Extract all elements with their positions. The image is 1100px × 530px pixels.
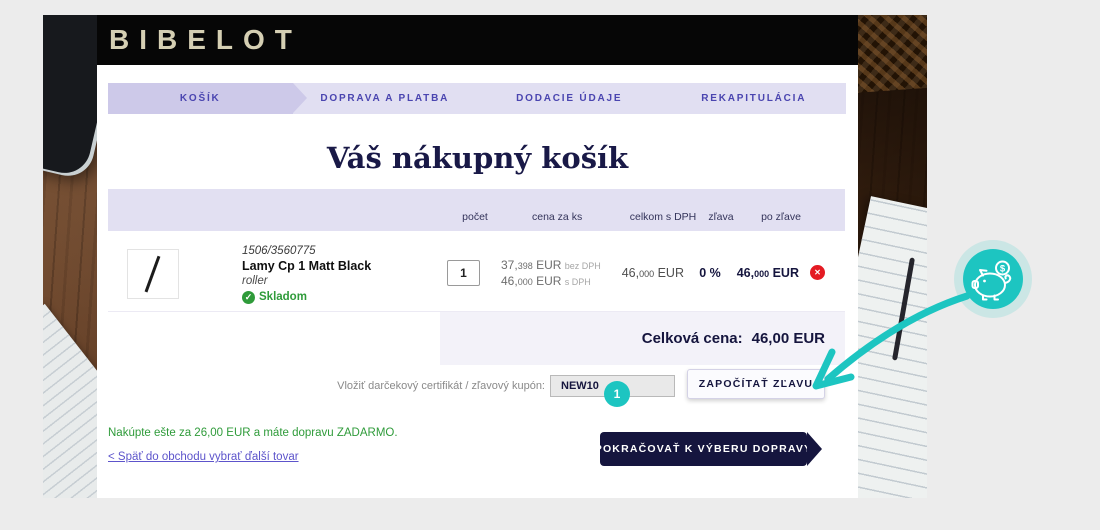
checkout-steps: KOŠÍK DOPRAVA A PLATBA DODACIE ÚDAJE REK…: [108, 83, 846, 114]
annotation-badge: 1: [604, 381, 630, 407]
page-title: Váš nákupný košík: [326, 141, 629, 175]
stock-status: ✓ Skladom: [242, 290, 371, 305]
quantity-input[interactable]: [447, 260, 480, 286]
product-variant: roller: [242, 275, 268, 287]
continue-to-shipping-button[interactable]: POKRAČOVAŤ K VÝBERU DOPRAVY: [595, 432, 822, 466]
total-value: 46,00 EUR: [751, 330, 825, 347]
cart-item-row: 1506/3560775 Lamy Cp 1 Matt Black roller…: [97, 231, 858, 310]
check-icon: ✓: [242, 291, 255, 304]
free-shipping-note: Nakúpte ešte za 26,00 EUR a máte dopravu…: [108, 427, 398, 439]
step-label: KOŠÍK: [179, 93, 221, 104]
apply-discount-button[interactable]: ZAPOČÍTAŤ ZĽAVU: [687, 369, 825, 399]
brand-logo[interactable]: BIBELOT: [109, 15, 302, 65]
step-label: DODACIE ÚDAJE: [516, 93, 623, 104]
header-quantity: počet: [462, 211, 488, 223]
unit-price-cell: 37,398 EUR bez DPH 46,000 EUR s DPH: [501, 258, 601, 289]
discount-cell: 0 %: [699, 266, 721, 280]
product-info: 1506/3560775 Lamy Cp 1 Matt Black roller…: [242, 244, 371, 305]
header-after-discount: po zľave: [761, 211, 801, 223]
screenshot-stage: BIBELOT KOŠÍK DOPRAVA A PLATBA DODACIE Ú…: [0, 0, 1100, 530]
step-label: REKAPITULÁCIA: [701, 93, 807, 104]
cart-table-header: počet cena za ks celkom s DPH zľava po z…: [108, 189, 845, 231]
product-name[interactable]: Lamy Cp 1 Matt Black: [242, 259, 371, 274]
step-dodacie-udaje[interactable]: DODACIE ÚDAJE: [477, 83, 662, 114]
step-label: DOPRAVA A PLATBA: [320, 93, 450, 104]
step-kosik[interactable]: KOŠÍK: [108, 83, 306, 114]
cart-total: Celková cena: 46,00 EUR: [440, 312, 845, 365]
total-inc-vat-cell: 46,000 EUR: [621, 266, 684, 280]
unit-price-inc-vat: 46,000 EUR s DPH: [501, 273, 591, 288]
continue-button-label: POKRAČOVAŤ K VÝBERU DOPRAVY: [594, 443, 813, 455]
unit-price-ex-vat: 37,398 EUR bez DPH: [501, 258, 601, 272]
header-unit-price: cena za ks: [532, 211, 583, 223]
remove-item-icon[interactable]: ✕: [810, 265, 825, 280]
site-header: BIBELOT: [97, 15, 858, 65]
svg-text:$: $: [1000, 264, 1006, 275]
pen-product-image: [144, 255, 160, 293]
step-doprava-a-platba[interactable]: DOPRAVA A PLATBA: [293, 83, 478, 114]
checkout-card: BIBELOT KOŠÍK DOPRAVA A PLATBA DODACIE Ú…: [97, 15, 858, 498]
coupon-label: Vložiť darčekový certifikát / zľavový ku…: [337, 380, 545, 392]
after-discount-cell: 46,000 EUR: [736, 266, 799, 280]
total-label: Celková cena:: [641, 330, 743, 347]
product-thumbnail[interactable]: [127, 249, 179, 299]
stock-label: Skladom: [259, 291, 307, 303]
step-rekapitulacia[interactable]: REKAPITULÁCIA: [662, 83, 847, 114]
piggy-bank-icon: $: [963, 249, 1023, 309]
product-sku: 1506/3560775: [242, 245, 316, 257]
back-to-shop-link[interactable]: < Späť do obchodu vybrať ďalší tovar: [108, 451, 299, 463]
